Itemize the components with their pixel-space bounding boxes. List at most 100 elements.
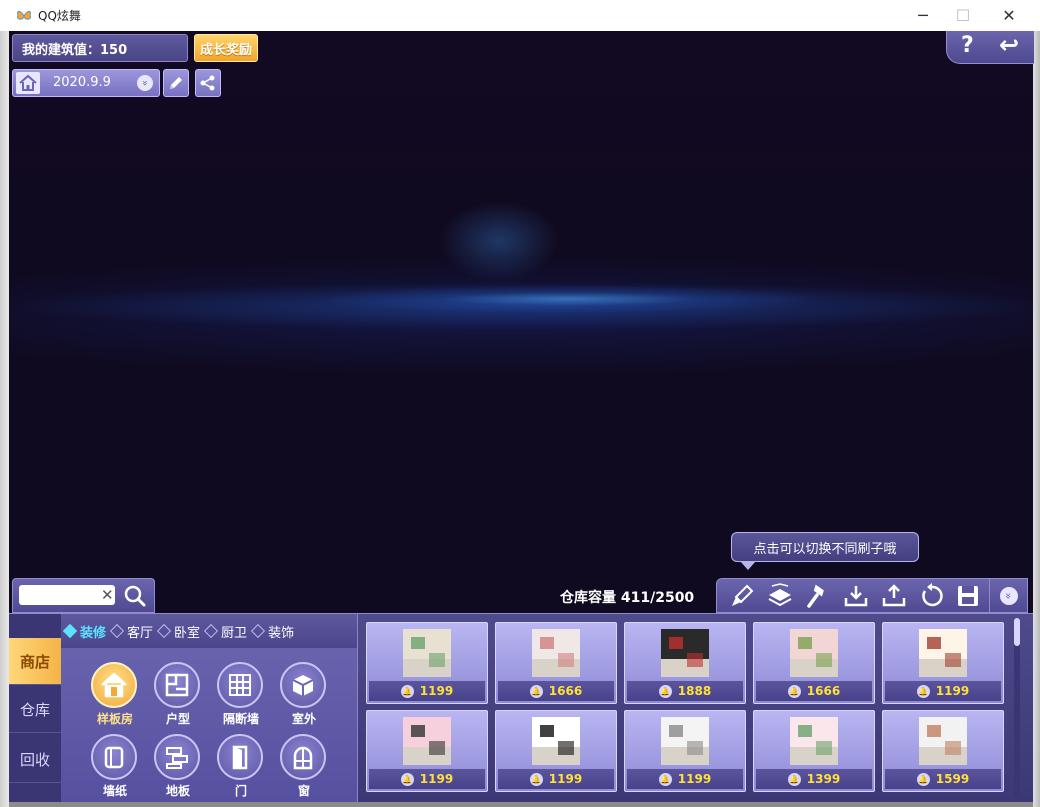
rotate-icon bbox=[922, 583, 943, 607]
category-floorplan[interactable]: 户型 bbox=[148, 662, 208, 734]
item-thumbnail bbox=[403, 717, 451, 765]
item-thumbnail bbox=[661, 717, 709, 765]
collapse-icon[interactable]: » bbox=[1000, 587, 1018, 605]
category-window[interactable]: 窗 bbox=[274, 734, 334, 806]
bell-coin-icon: 🔔 bbox=[529, 772, 543, 786]
window-edge-right bbox=[1033, 31, 1040, 807]
category-floor[interactable]: 地板 bbox=[148, 734, 208, 806]
price-bar: 🔔 1666 bbox=[498, 681, 614, 701]
subtab-living-room[interactable]: 客厅 bbox=[109, 622, 153, 641]
item-card[interactable]: 🔔 1199 bbox=[366, 710, 488, 792]
category-circle bbox=[154, 662, 200, 708]
price-bar: 🔔 1199 bbox=[885, 681, 1001, 701]
diamond-icon bbox=[109, 623, 125, 639]
subtab-kitchen-bath[interactable]: 厨卫 bbox=[203, 622, 248, 641]
item-price: 1399 bbox=[806, 772, 841, 786]
category-label: 隔断墙 bbox=[222, 712, 259, 726]
item-card[interactable]: 🔔 1199 bbox=[366, 622, 488, 704]
price-bar: 🔔 1199 bbox=[369, 681, 485, 701]
layers-icon bbox=[768, 583, 792, 607]
hammer-button[interactable] bbox=[803, 583, 833, 609]
undo-button[interactable] bbox=[917, 583, 947, 609]
clear-search-icon[interactable]: ✕ bbox=[101, 586, 114, 604]
date-label: 2020.9.9 bbox=[53, 75, 111, 90]
item-card[interactable]: 🔔 1666 bbox=[495, 622, 617, 704]
diamond-icon bbox=[250, 623, 266, 639]
tab-warehouse[interactable]: 仓库 bbox=[9, 686, 61, 733]
share-icon bbox=[200, 75, 215, 91]
item-price: 1199 bbox=[548, 772, 583, 786]
category-label: 室外 bbox=[291, 712, 316, 726]
brush-tooltip: 点击可以切换不同刷子哦 bbox=[731, 532, 919, 562]
tab-recycle[interactable]: 回收 bbox=[9, 736, 61, 783]
upload-button[interactable] bbox=[879, 583, 909, 609]
bell-coin-icon: 🔔 bbox=[787, 772, 801, 786]
growth-reward-button[interactable]: 成长奖励 bbox=[194, 34, 258, 62]
item-card[interactable]: 🔔 1666 bbox=[753, 622, 875, 704]
item-price: 1666 bbox=[806, 684, 841, 698]
price-bar: 🔔 1666 bbox=[756, 681, 872, 701]
item-card[interactable]: 🔔 1399 bbox=[753, 710, 875, 792]
window-icon bbox=[293, 746, 313, 770]
category-circle bbox=[91, 734, 137, 780]
tab-shop[interactable]: 商店 bbox=[9, 638, 61, 685]
category-wallpaper[interactable]: 墙纸 bbox=[85, 734, 145, 806]
bell-coin-icon: 🔔 bbox=[400, 772, 414, 786]
edit-button[interactable] bbox=[163, 69, 189, 97]
layers-button[interactable] bbox=[765, 583, 795, 609]
item-card[interactable]: 🔔 1199 bbox=[882, 622, 1004, 704]
item-card[interactable]: 🔔 1599 bbox=[882, 710, 1004, 792]
subtab-label: 厨卫 bbox=[221, 625, 248, 641]
subtab-label: 装修 bbox=[80, 625, 107, 641]
save-icon bbox=[958, 586, 978, 606]
diamond-icon bbox=[203, 623, 219, 639]
item-thumbnail bbox=[403, 629, 451, 677]
title-bar: QQ炫舞 ─ ☐ ✕ bbox=[0, 0, 1040, 32]
category-circle bbox=[280, 662, 326, 708]
bell-coin-icon: 🔔 bbox=[916, 772, 930, 786]
price-bar: 🔔 1599 bbox=[885, 769, 1001, 789]
back-button[interactable]: ↩ bbox=[999, 31, 1019, 59]
maximize-button[interactable]: ☐ bbox=[940, 0, 986, 31]
home-icon[interactable] bbox=[16, 72, 40, 94]
category-circle bbox=[154, 734, 200, 780]
category-circle bbox=[217, 662, 263, 708]
search-icon[interactable] bbox=[123, 584, 147, 608]
help-button[interactable]: ? bbox=[961, 33, 974, 58]
bottom-panel: 商店 仓库 回收 装修 客厅 卧室 厨卫 装饰 样板房 户型 隔断墙 室外 墙纸… bbox=[9, 613, 1033, 802]
category-outdoor[interactable]: 室外 bbox=[274, 662, 334, 734]
bell-coin-icon: 🔔 bbox=[658, 684, 672, 698]
item-price: 1199 bbox=[419, 684, 454, 698]
save-button[interactable] bbox=[953, 583, 983, 609]
close-button[interactable]: ✕ bbox=[986, 0, 1032, 31]
item-card[interactable]: 🔔 1199 bbox=[624, 710, 746, 792]
category-sample-room[interactable]: 样板房 bbox=[85, 662, 145, 734]
item-card[interactable]: 🔔 1199 bbox=[495, 710, 617, 792]
category-door[interactable]: 门 bbox=[211, 734, 271, 806]
subtab-bar: 装修 客厅 卧室 厨卫 装饰 bbox=[61, 614, 357, 648]
subtab-decoration[interactable]: 装饰 bbox=[250, 622, 294, 641]
category-label: 户型 bbox=[165, 712, 190, 726]
subtab-bedroom[interactable]: 卧室 bbox=[156, 622, 201, 641]
date-selector[interactable]: 2020.9.9 » bbox=[12, 69, 160, 97]
item-card[interactable]: 🔔 1888 bbox=[624, 622, 746, 704]
top-right-controls: ? ↩ bbox=[946, 31, 1034, 64]
subtab-label: 卧室 bbox=[174, 625, 201, 641]
floor-icon bbox=[166, 747, 188, 769]
subtab-renovation[interactable]: 装修 bbox=[62, 622, 107, 641]
share-button[interactable] bbox=[195, 69, 221, 97]
item-price: 1199 bbox=[419, 772, 454, 786]
category-partition-wall[interactable]: 隔断墙 bbox=[211, 662, 271, 734]
hammer-icon bbox=[807, 584, 824, 608]
item-price: 1666 bbox=[548, 684, 583, 698]
house-icon bbox=[101, 672, 127, 698]
chevron-down-icon[interactable]: » bbox=[137, 75, 153, 91]
download-button[interactable] bbox=[841, 583, 871, 609]
category-label: 窗 bbox=[297, 784, 310, 798]
brush-button[interactable] bbox=[727, 583, 757, 609]
scroll-thumb[interactable] bbox=[1014, 618, 1020, 646]
item-price: 1888 bbox=[677, 684, 712, 698]
window-title: QQ炫舞 bbox=[38, 9, 81, 23]
category-circle bbox=[91, 662, 137, 708]
item-scrollbar[interactable] bbox=[1014, 618, 1020, 798]
